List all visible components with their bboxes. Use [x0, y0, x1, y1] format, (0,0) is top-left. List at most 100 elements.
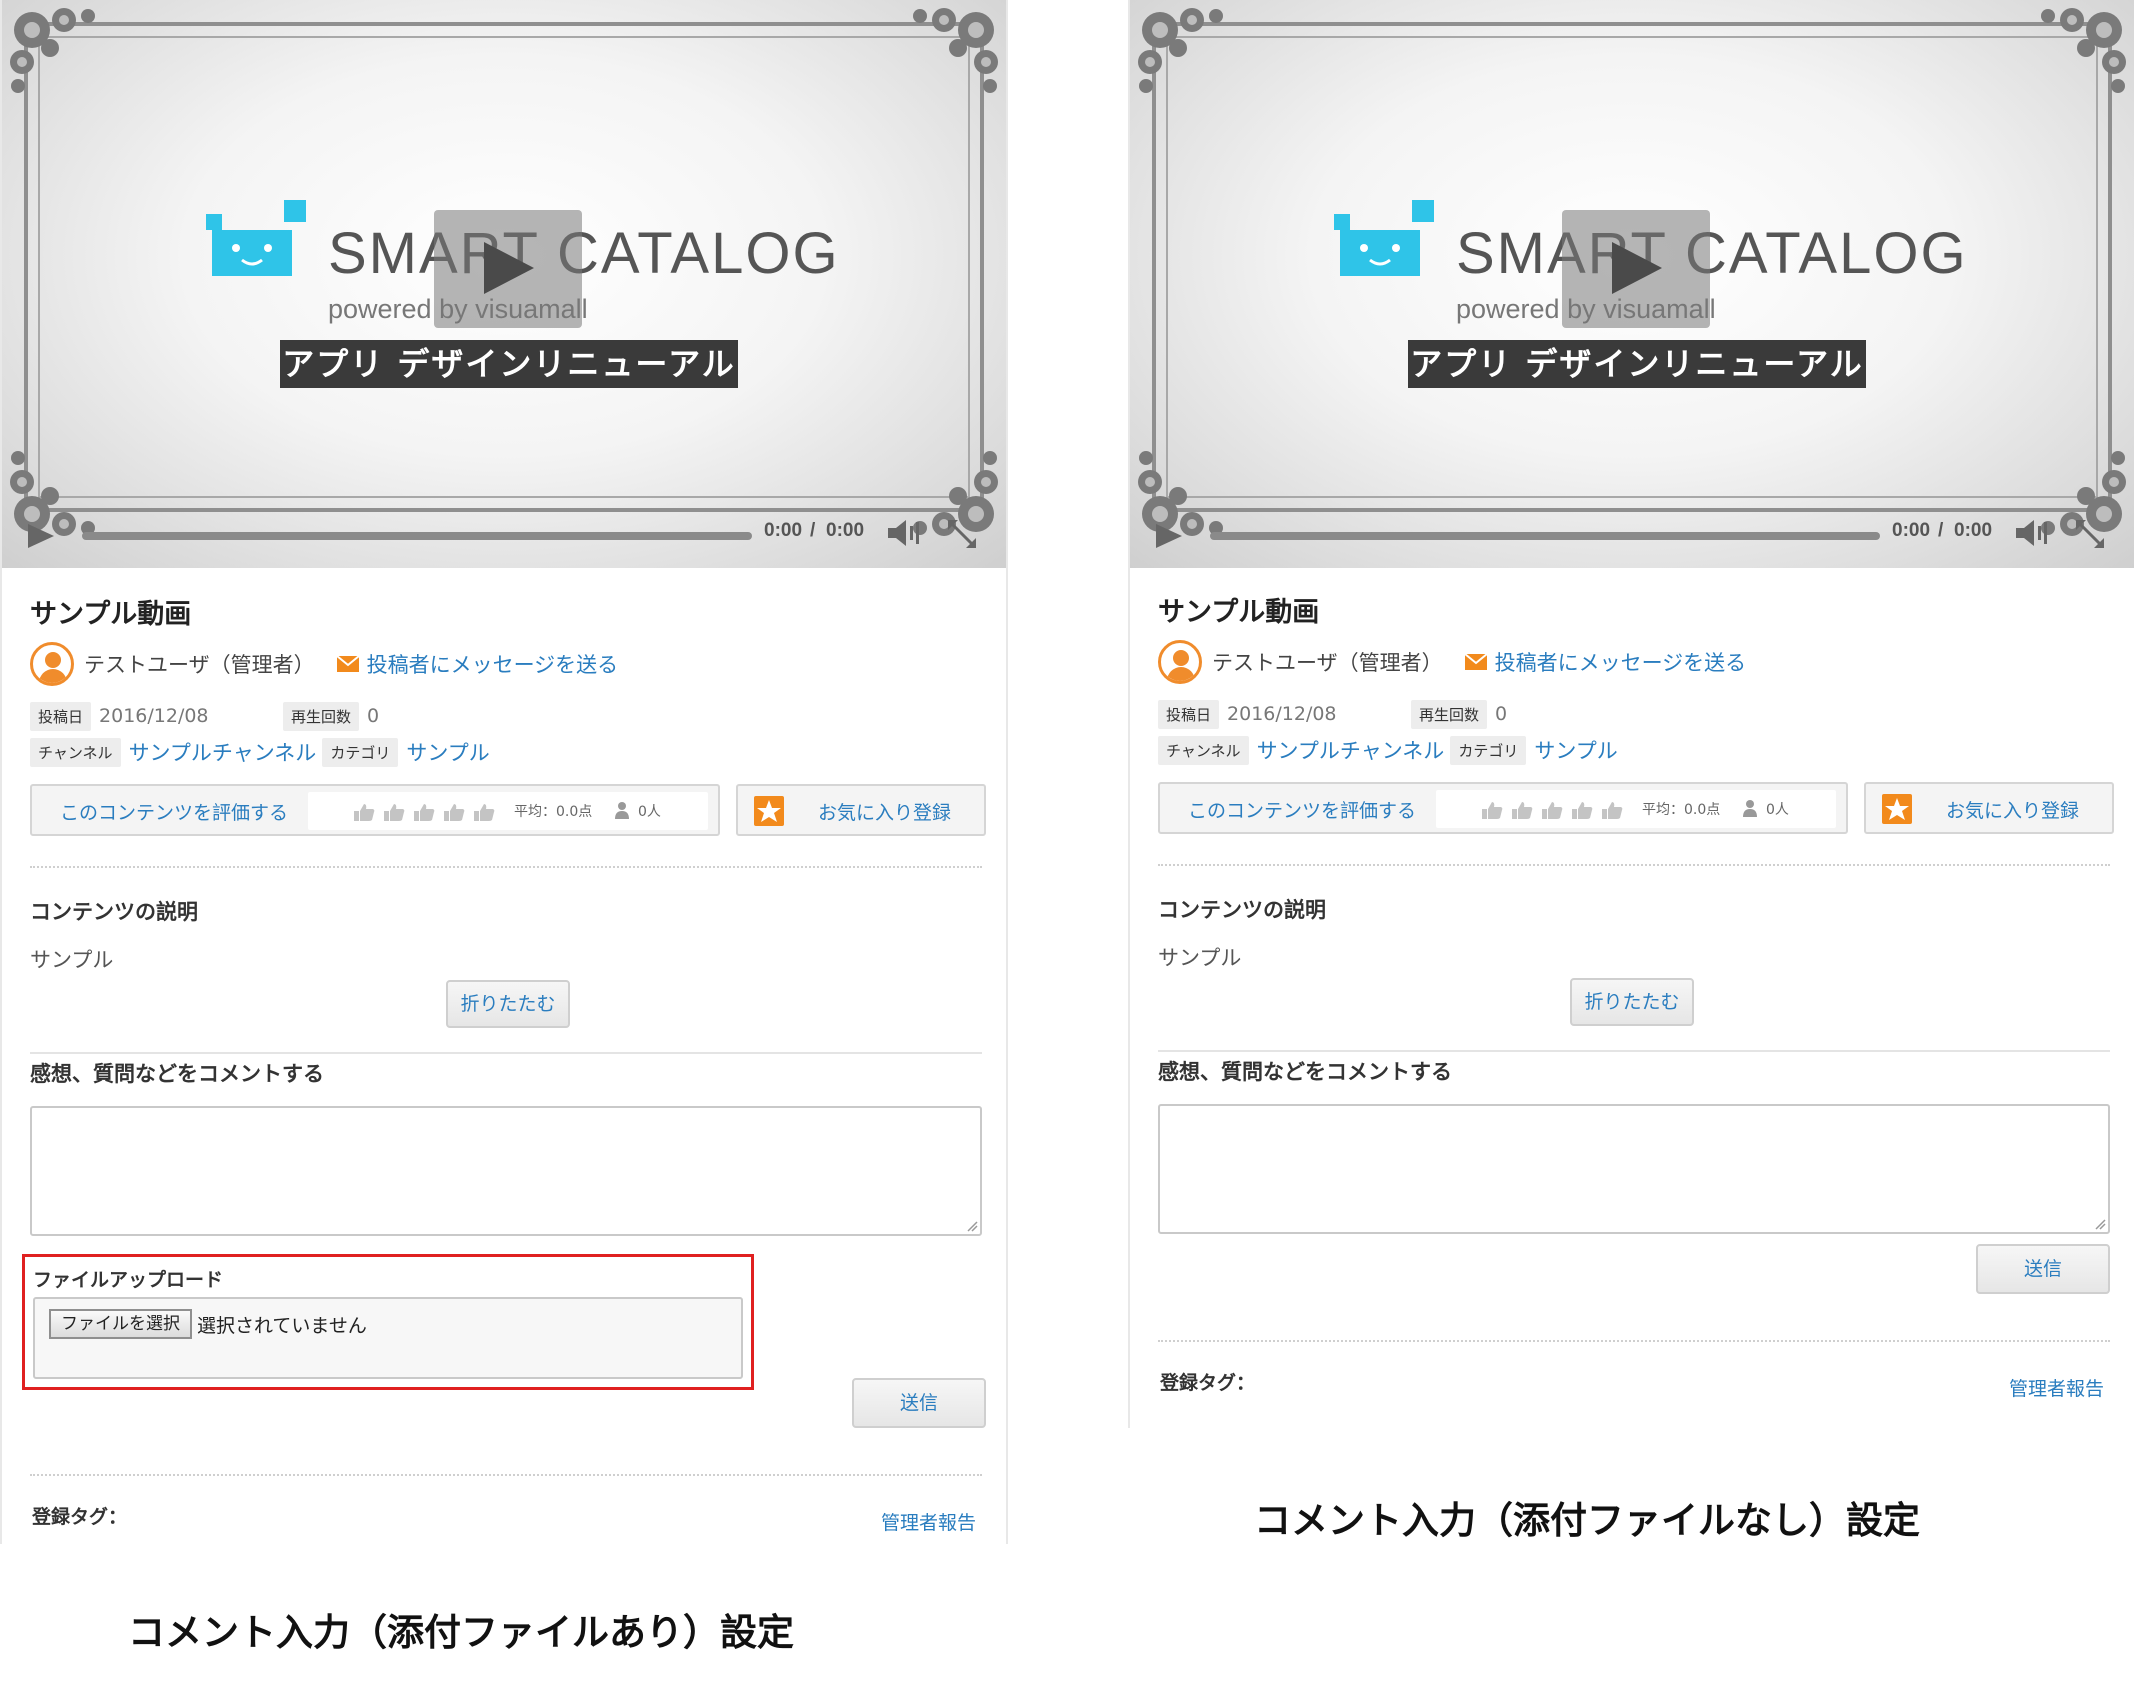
divider	[30, 1474, 982, 1476]
video-banner-text: アプリ デザインリニューアル	[280, 340, 738, 388]
ornament-corner-icon	[913, 8, 998, 93]
resize-handle-icon[interactable]	[966, 1220, 978, 1232]
smart-catalog-logo-icon	[206, 200, 306, 276]
posted-date-value: 2016/12/08	[1227, 703, 1337, 725]
rate-content-button[interactable]: このコンテンツを評価する	[60, 798, 288, 825]
rating-display: 平均：0.0点 0人	[1436, 790, 1836, 828]
admin-report-link[interactable]: 管理者報告	[2009, 1374, 2104, 1401]
no-file-selected-text: 選択されていません	[197, 1315, 367, 1337]
send-button[interactable]: 送信	[852, 1378, 986, 1428]
message-poster-link[interactable]: 投稿者にメッセージを送る	[367, 649, 619, 679]
choose-file-button[interactable]: ファイルを選択	[49, 1309, 192, 1339]
message-poster-link[interactable]: 投稿者にメッセージを送る	[1495, 647, 1747, 677]
thumb-up-icon[interactable]	[412, 802, 436, 822]
favorite-button[interactable]: お気に入り登録	[1864, 782, 2114, 834]
current-time: 0:00	[764, 520, 803, 541]
volume-icon[interactable]	[886, 518, 922, 548]
favorite-button[interactable]: お気に入り登録	[736, 784, 986, 836]
star-icon	[1882, 794, 1912, 824]
divider	[1158, 864, 2110, 866]
content-title: サンプル動画	[30, 599, 192, 630]
meta-row-2: チャンネル サンプルチャンネル カテゴリ サンプル	[30, 736, 982, 768]
smart-catalog-logo-icon	[1334, 200, 1434, 276]
channel-link[interactable]: サンプルチャンネル	[1257, 735, 1445, 765]
mail-icon	[336, 656, 359, 672]
progress-bar[interactable]	[82, 532, 752, 540]
rate-content-button[interactable]: このコンテンツを評価する	[1188, 796, 1416, 823]
meta-row-2: チャンネル サンプルチャンネル カテゴリ サンプル	[1158, 734, 2110, 766]
volume-icon[interactable]	[2014, 518, 2050, 548]
panel-with-attachment: SMART CATALOG powered by visuamall アプリ デ…	[0, 0, 1008, 1544]
collapse-button[interactable]: 折りたたむ	[1570, 978, 1694, 1026]
control-play-icon[interactable]	[26, 522, 56, 550]
comment-heading: 感想、質問などをコメントする	[1158, 1060, 1452, 1084]
panel-without-attachment: SMART CATALOG powered by visuamall アプリ デ…	[1128, 0, 2134, 1428]
tags-label: 登録タグ：	[1160, 1372, 1256, 1394]
comment-textarea[interactable]	[30, 1106, 982, 1236]
thumb-up-icon[interactable]	[1510, 800, 1534, 820]
play-icon	[1612, 242, 1662, 294]
thumb-up-icon[interactable]	[1570, 800, 1594, 820]
divider	[30, 866, 982, 868]
rating-average: 平均：0.0点	[1642, 802, 1721, 818]
content-title: サンプル動画	[1158, 597, 1320, 628]
user-row: テストユーザ（管理者） 投稿者にメッセージを送る	[30, 642, 982, 686]
file-upload-highlight: ファイルアップロード ファイルを選択 選択されていません	[22, 1254, 754, 1390]
thumb-up-icon[interactable]	[1540, 800, 1564, 820]
rating-count: 0人	[638, 804, 661, 820]
divider	[1158, 1340, 2110, 1342]
rate-content-box: このコンテンツを評価する 平均：0.0点 0人	[30, 784, 720, 836]
brand-name: SMART CATALOG	[1456, 221, 1968, 286]
thumb-up-icon[interactable]	[442, 802, 466, 822]
play-button[interactable]	[1562, 210, 1710, 328]
play-count-value: 0	[1495, 703, 1508, 725]
avatar	[1158, 640, 1202, 684]
play-count-label: 再生回数	[1411, 699, 1488, 729]
admin-report-link[interactable]: 管理者報告	[881, 1508, 976, 1535]
rating-display: 平均：0.0点 0人	[308, 792, 708, 830]
send-button[interactable]: 送信	[1976, 1244, 2110, 1294]
progress-bar[interactable]	[1210, 532, 1880, 540]
person-icon	[1743, 800, 1757, 817]
video-controls: 0:00 / 0:00	[1130, 502, 2134, 568]
resize-handle-icon[interactable]	[2094, 1218, 2106, 1230]
video-player[interactable]: SMART CATALOG powered by visuamall アプリ デ…	[1130, 0, 2134, 568]
time-separator: /	[810, 520, 816, 541]
rating-thumbs[interactable]	[352, 802, 496, 822]
video-controls: 0:00 / 0:00	[2, 502, 1006, 568]
thumb-up-icon[interactable]	[352, 802, 376, 822]
posted-date-label: 投稿日	[1158, 699, 1220, 729]
rating-average: 平均：0.0点	[514, 804, 593, 820]
channel-link[interactable]: サンプルチャンネル	[129, 737, 317, 767]
divider	[1158, 1050, 2110, 1052]
rating-thumbs[interactable]	[1480, 800, 1624, 820]
category-label: カテゴリ	[1450, 735, 1527, 765]
content-title-wrap: サンプル動画	[30, 592, 982, 631]
thumb-up-icon[interactable]	[472, 802, 496, 822]
thumb-up-icon[interactable]	[382, 802, 406, 822]
category-link[interactable]: サンプル	[406, 737, 489, 767]
fullscreen-icon[interactable]	[2074, 518, 2106, 550]
play-count-value: 0	[367, 705, 380, 727]
control-play-icon[interactable]	[1154, 522, 1184, 550]
channel-label: チャンネル	[1158, 735, 1249, 765]
fullscreen-icon[interactable]	[946, 518, 978, 550]
time-separator: /	[1938, 520, 1944, 541]
collapse-button[interactable]: 折りたたむ	[446, 980, 570, 1028]
current-time: 0:00	[1892, 520, 1931, 541]
favorite-label: お気に入り登録	[1946, 800, 2080, 822]
play-button[interactable]	[434, 210, 582, 328]
posted-date-label: 投稿日	[30, 701, 92, 731]
thumb-up-icon[interactable]	[1600, 800, 1624, 820]
content-title-wrap: サンプル動画	[1158, 590, 2110, 629]
mail-icon	[1464, 654, 1487, 670]
thumb-up-icon[interactable]	[1480, 800, 1504, 820]
description-heading: コンテンツの説明	[30, 900, 198, 924]
star-icon	[754, 796, 784, 826]
video-player[interactable]: SMART CATALOG powered by visuamall アプリ デ…	[2, 0, 1006, 568]
category-link[interactable]: サンプル	[1534, 735, 1617, 765]
file-upload-field: ファイルを選択 選択されていません	[33, 1297, 743, 1379]
total-time: 0:00	[826, 520, 865, 541]
comment-textarea[interactable]	[1158, 1104, 2110, 1234]
avatar	[30, 642, 74, 686]
